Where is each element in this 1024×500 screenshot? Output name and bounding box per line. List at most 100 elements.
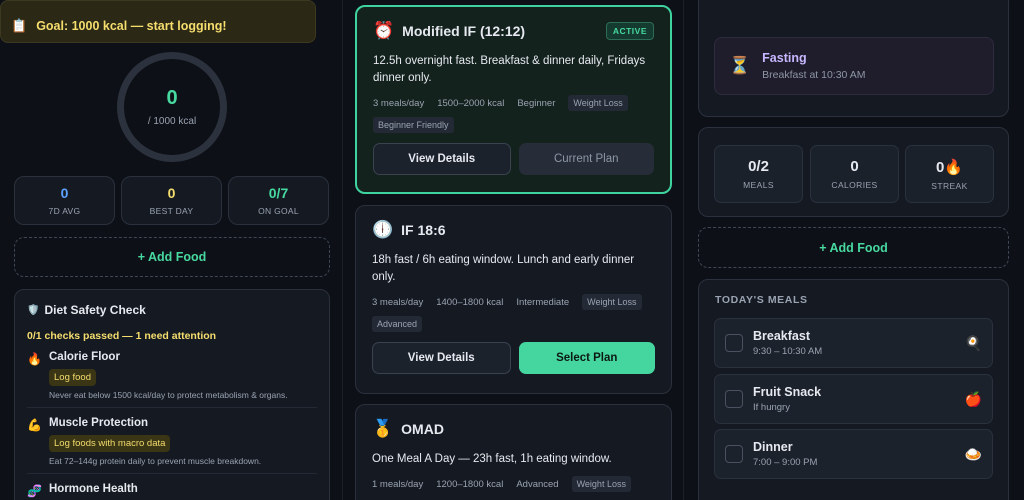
today-panel: ⏳ Fasting Breakfast at 10:30 AM 0/2 MEAL… — [684, 0, 1024, 500]
plan-title: OMAD — [401, 421, 444, 437]
plan-kcal: 1200–1800 kcal — [436, 478, 504, 490]
meal-time: If hungry — [753, 402, 790, 413]
check-badge[interactable]: Log foods with macro data — [49, 435, 171, 452]
stat-best-day: 0 BEST DAY — [121, 176, 222, 225]
plan-desc: 18h fast / 6h eating window. Lunch and e… — [372, 254, 635, 283]
hourglass-icon: ⏳ — [729, 56, 751, 75]
plan-level: Advanced — [516, 478, 559, 490]
plan-title-row: 🥇 OMAD — [372, 419, 655, 439]
view-details-button[interactable]: View Details — [372, 342, 511, 374]
add-food-button[interactable]: + Add Food — [14, 237, 330, 277]
meal-name: Dinner — [753, 440, 793, 454]
mini-label: STREAK — [931, 180, 968, 191]
plan-tag: Weight Loss — [571, 476, 631, 492]
plan-title-row: 🕕 IF 18:6 — [372, 220, 655, 240]
fire-icon: 🔥 — [27, 352, 42, 366]
plan-card-modified-if[interactable]: ⏰ Modified IF (12:12) ACTIVE 12.5h overn… — [355, 5, 672, 194]
plan-meals: 3 meals/day — [372, 296, 424, 308]
stat-on-goal: 0/7 ON GOAL — [228, 176, 329, 225]
plan-meals: 1 meals/day — [372, 478, 424, 490]
plate-icon: 🍛 — [964, 445, 982, 462]
plan-tag: Weight Loss — [568, 95, 628, 111]
left-panel: 📋 Goal: 1000 kcal — start logging! 0 / 1… — [0, 0, 343, 500]
plan-card-if-18-6[interactable]: 🕕 IF 18:6 18h fast / 6h eating window. L… — [355, 205, 672, 394]
ring-value: 0 — [166, 87, 178, 109]
plan-kcal: 1400–1800 kcal — [436, 296, 504, 308]
egg-icon: 🍳 — [964, 334, 982, 351]
stat-value: 0/7 — [268, 185, 289, 201]
meal-checkbox[interactable] — [725, 334, 743, 352]
safety-summary: 0/1 checks passed — 1 need attention — [27, 330, 217, 342]
stat-label: ON GOAL — [258, 206, 299, 216]
meals-title: TODAY'S MEALS — [715, 294, 808, 306]
check-item-hormone-health: 🧬 Hormone Health — [27, 474, 317, 500]
stat-7d-avg: 0 7D AVG — [14, 176, 115, 225]
mini-stat-calories: 0 CALORIES — [810, 145, 899, 203]
stat-label: 7D AVG — [48, 206, 81, 216]
meal-name: Fruit Snack — [753, 385, 822, 399]
mini-label: MEALS — [743, 180, 774, 190]
stat-label: BEST DAY — [149, 206, 194, 216]
alarm-clock-icon: ⏰ — [373, 21, 395, 40]
current-plan-button[interactable]: Current Plan — [518, 143, 654, 175]
safety-header: 🛡️ Diet Safety Check — [27, 303, 317, 317]
meal-checkbox[interactable] — [725, 445, 743, 463]
check-item-muscle-protection: 💪 Muscle Protection Log foods with macro… — [27, 408, 317, 474]
stat-value: 0 — [167, 185, 176, 201]
apple-icon: 🍎 — [964, 390, 982, 407]
plan-meals: 3 meals/day — [373, 97, 425, 109]
meal-name: Breakfast — [753, 329, 810, 343]
plan-level: Beginner — [517, 97, 556, 109]
clock-icon: 🕕 — [372, 220, 394, 239]
check-title: Hormone Health — [49, 483, 138, 495]
meal-item-breakfast[interactable]: Breakfast 9:30 – 10:30 AM 🍳 — [714, 318, 993, 368]
plan-title-row: ⏰ Modified IF (12:12) ACTIVE — [373, 21, 654, 41]
goal-banner: 📋 Goal: 1000 kcal — start logging! — [0, 0, 316, 43]
check-title: Muscle Protection — [49, 417, 149, 429]
meal-checkbox[interactable] — [725, 390, 743, 408]
plan-tag: Advanced — [372, 316, 423, 332]
plan-desc: One Meal A Day — 23h fast, 1h eating win… — [372, 453, 612, 465]
clipboard-icon: 📋 — [11, 17, 28, 33]
plan-buttons: View Details Select Plan — [372, 342, 655, 374]
mini-label: CALORIES — [831, 180, 878, 190]
plan-tag: Weight Loss — [582, 294, 642, 310]
plan-meta: 1 meals/day 1200–1800 kcal Advanced Weig… — [372, 476, 655, 492]
meal-item-dinner[interactable]: Dinner 7:00 – 9:00 PM 🍛 — [714, 429, 993, 479]
stat-value: 0 — [60, 185, 69, 201]
check-title: Calorie Floor — [49, 351, 120, 363]
mini-stat-streak: 0🔥 STREAK — [905, 145, 994, 203]
plan-kcal: 1500–2000 kcal — [437, 97, 505, 109]
plan-meta: 3 meals/day 1500–2000 kcal Beginner Weig… — [373, 95, 654, 133]
add-food-button[interactable]: + Add Food — [698, 227, 1009, 268]
fasting-status: ⏳ Fasting Breakfast at 10:30 AM — [714, 37, 994, 95]
plan-meta: 3 meals/day 1400–1800 kcal Intermediate … — [372, 294, 655, 332]
muscle-icon: 💪 — [27, 418, 42, 432]
plan-tag: Beginner Friendly — [373, 117, 454, 133]
diet-safety-card: 🛡️ Diet Safety Check 0/1 checks passed —… — [14, 289, 330, 500]
meal-time: 7:00 – 9:00 PM — [753, 457, 818, 468]
plan-title: Modified IF (12:12) — [402, 23, 526, 39]
mini-stat-meals: 0/2 MEALS — [714, 145, 803, 203]
check-item-calorie-floor: 🔥 Calorie Floor Log food Never eat below… — [27, 342, 317, 408]
view-details-button[interactable]: View Details — [373, 143, 511, 175]
goal-text: Goal: 1000 kcal — start logging! — [36, 18, 227, 33]
shield-icon: 🛡️ — [27, 304, 40, 316]
medal-icon: 🥇 — [372, 419, 394, 438]
plan-card-omad[interactable]: 🥇 OMAD One Meal A Day — 23h fast, 1h eat… — [355, 404, 672, 500]
check-badge[interactable]: Log food — [49, 369, 96, 386]
check-desc: Never eat below 1500 kcal/day to protect… — [49, 390, 288, 400]
fasting-subtitle: Breakfast at 10:30 AM — [762, 69, 866, 81]
select-plan-button[interactable]: Select Plan — [518, 342, 655, 374]
active-badge: ACTIVE — [605, 22, 654, 40]
calorie-ring: 0 / 1000 kcal — [117, 52, 227, 162]
mini-value: 0 — [850, 158, 859, 175]
safety-title: Diet Safety Check — [44, 303, 146, 317]
meal-time: 9:30 – 10:30 AM — [753, 346, 823, 357]
mini-value: 0🔥 — [935, 158, 964, 176]
plan-title: IF 18:6 — [401, 222, 446, 238]
plan-level: Intermediate — [516, 296, 570, 308]
ring-label: / 1000 kcal — [147, 116, 197, 127]
plan-buttons: View Details Current Plan — [373, 143, 654, 175]
meal-item-fruit-snack[interactable]: Fruit Snack If hungry 🍎 — [714, 374, 993, 424]
